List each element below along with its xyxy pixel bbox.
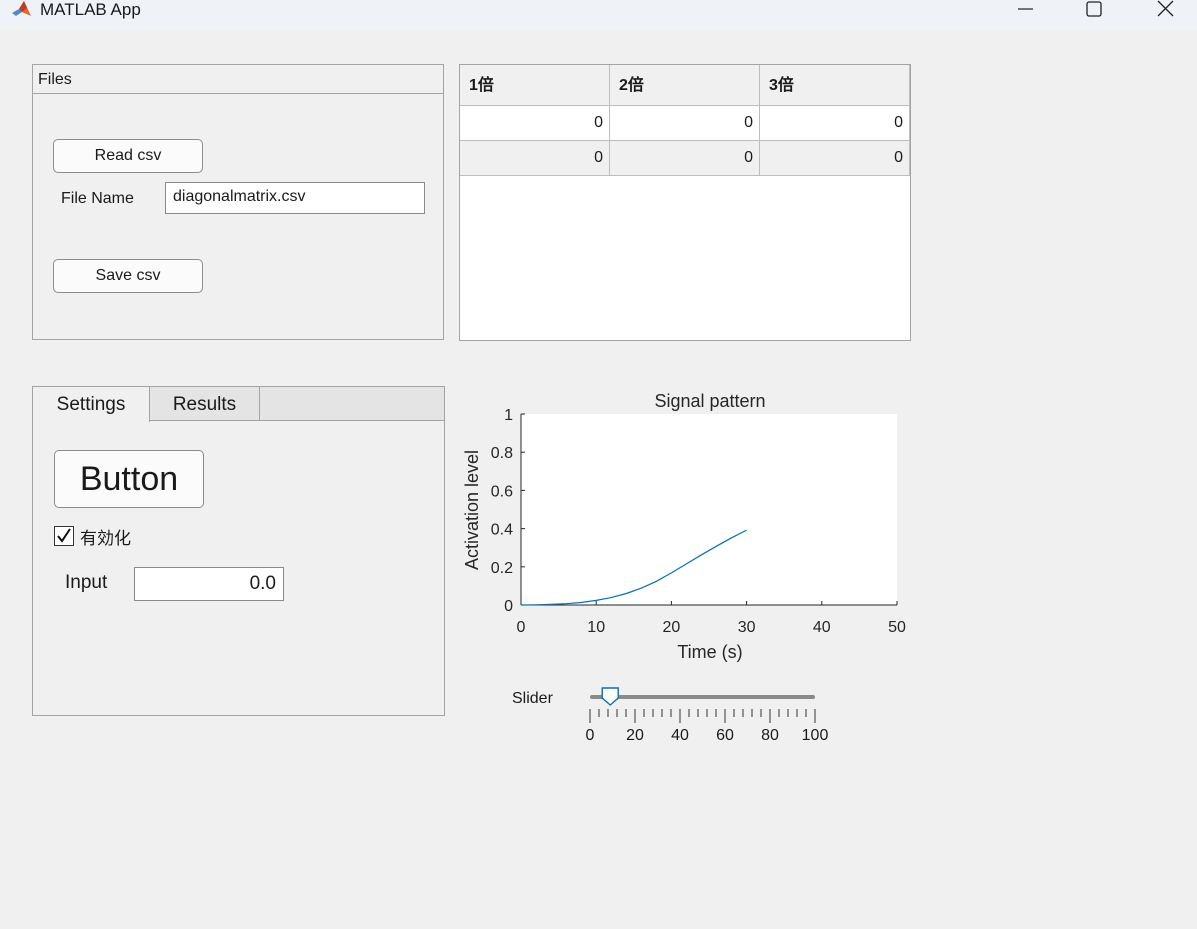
- y-tick-label: 0: [504, 598, 513, 615]
- table-cell[interactable]: 0: [760, 106, 910, 141]
- x-tick-label: 50: [888, 619, 906, 636]
- window-title: MATLAB App: [40, 0, 141, 19]
- table-cell[interactable]: 0: [460, 141, 610, 176]
- maximize-button[interactable]: [1071, 0, 1117, 22]
- slider-tick-label: 80: [761, 727, 779, 744]
- button[interactable]: Button: [54, 450, 204, 508]
- minimize-icon: [1018, 8, 1033, 10]
- slider-tick-label: 60: [716, 727, 734, 744]
- plot-area: [521, 414, 897, 605]
- save-csv-button[interactable]: Save csv: [53, 259, 203, 293]
- table-cell[interactable]: 0: [460, 106, 610, 141]
- x-tick-label: 10: [587, 619, 605, 636]
- slider-tick-label: 40: [671, 727, 689, 744]
- input-label: Input: [65, 572, 108, 593]
- file-name-label: File Name: [61, 190, 134, 207]
- x-axis-label: Time (s): [677, 642, 742, 662]
- slider-tick-label: 20: [626, 727, 644, 744]
- y-tick-label: 1: [504, 407, 513, 424]
- data-table[interactable]: 1倍 2倍 3倍 0 0 0 0 0 0: [459, 64, 911, 341]
- enable-checkbox-label: 有効化: [80, 529, 131, 548]
- signal-chart: Signal pattern Time (s) Activation level…: [455, 388, 915, 668]
- files-panel: Files Read csv File Name diagonalmatrix.…: [32, 64, 444, 340]
- slider-thumb[interactable]: [601, 687, 619, 706]
- tab-group: Settings Results Button 有効化 Input 0.0: [32, 386, 445, 716]
- files-panel-title: Files: [38, 71, 72, 88]
- tab-settings[interactable]: Settings: [33, 387, 150, 422]
- y-tick-label: 0.8: [491, 445, 513, 462]
- checkmark-icon: [57, 528, 71, 543]
- chart-canvas: Signal pattern Time (s) Activation level…: [462, 391, 906, 662]
- x-tick-label: 0: [517, 619, 526, 636]
- tab-results[interactable]: Results: [150, 387, 260, 421]
- column-header[interactable]: 3倍: [760, 65, 910, 106]
- enable-checkbox[interactable]: [54, 526, 74, 546]
- slider-tick-label: 100: [802, 727, 829, 744]
- slider-canvas: Slider 0 20 40 60 80 100: [512, 687, 829, 744]
- column-header[interactable]: 2倍: [610, 65, 760, 106]
- title-bar: MATLAB App: [0, 0, 1197, 30]
- slider-track: [590, 695, 815, 699]
- close-button[interactable]: [1143, 0, 1189, 22]
- slider-tick-label: 0: [586, 727, 595, 744]
- read-csv-button[interactable]: Read csv: [53, 139, 203, 173]
- close-icon: [1157, 0, 1174, 17]
- x-tick-label: 40: [813, 619, 831, 636]
- x-tick-label: 20: [663, 619, 681, 636]
- column-header[interactable]: 1倍: [460, 65, 610, 106]
- file-name-field[interactable]: diagonalmatrix.csv: [165, 182, 425, 214]
- table-cell[interactable]: 0: [610, 106, 760, 141]
- chart-title: Signal pattern: [654, 391, 765, 411]
- table-cell[interactable]: 0: [760, 141, 910, 176]
- files-panel-header: Files: [33, 65, 443, 94]
- x-tick-label: 30: [738, 619, 756, 636]
- tab-strip: Settings Results: [33, 387, 444, 422]
- y-tick-label: 0.2: [491, 560, 513, 577]
- y-tick-label: 0.4: [491, 522, 513, 539]
- table-cell[interactable]: 0: [610, 141, 760, 176]
- slider-label: Slider: [512, 690, 554, 707]
- slider-control: Slider 0 20 40 60 80 100: [500, 682, 840, 752]
- input-field[interactable]: 0.0: [134, 567, 284, 601]
- matlab-logo-icon: [11, 0, 33, 18]
- maximize-icon: [1086, 1, 1102, 17]
- y-axis-label: Activation level: [462, 450, 482, 570]
- minimize-button[interactable]: [1003, 0, 1049, 22]
- y-tick-label: 0.6: [491, 483, 513, 500]
